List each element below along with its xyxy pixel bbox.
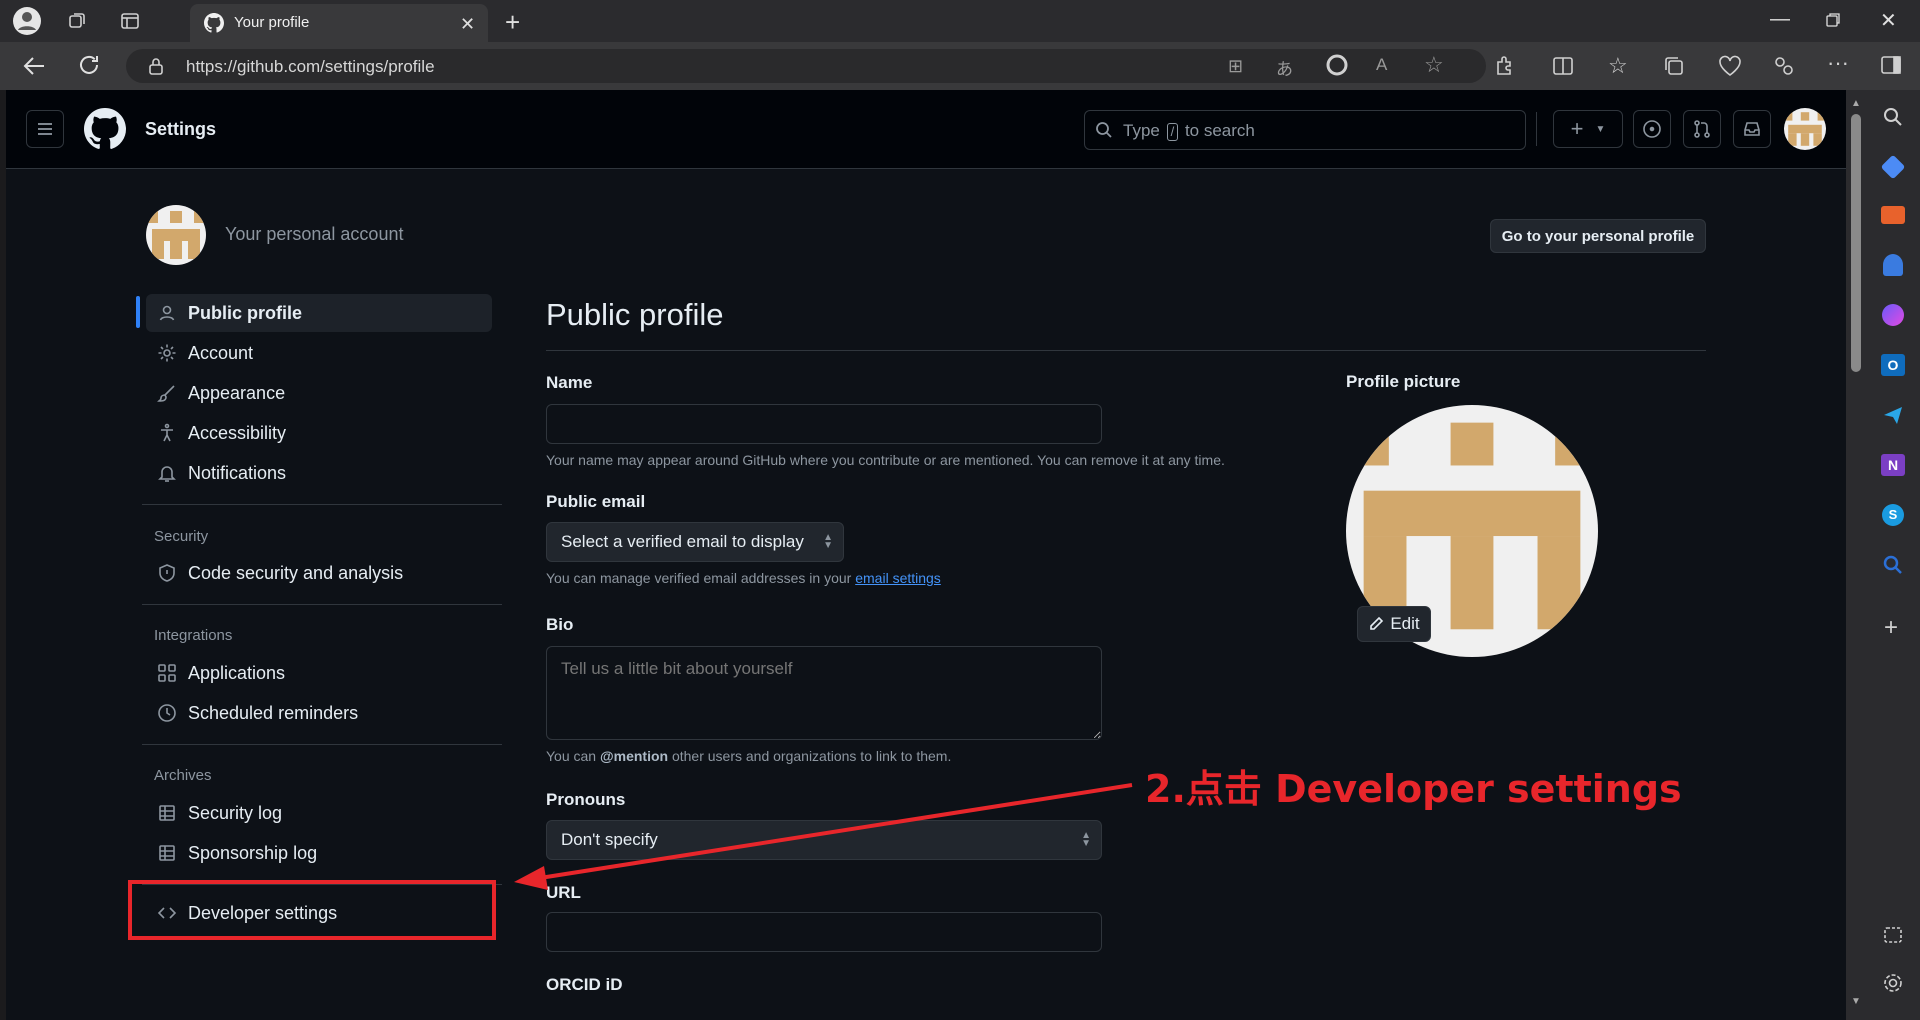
annotation-text: 2.点击 Developer settings xyxy=(1145,767,1682,811)
annotation-arrow xyxy=(514,783,1133,890)
